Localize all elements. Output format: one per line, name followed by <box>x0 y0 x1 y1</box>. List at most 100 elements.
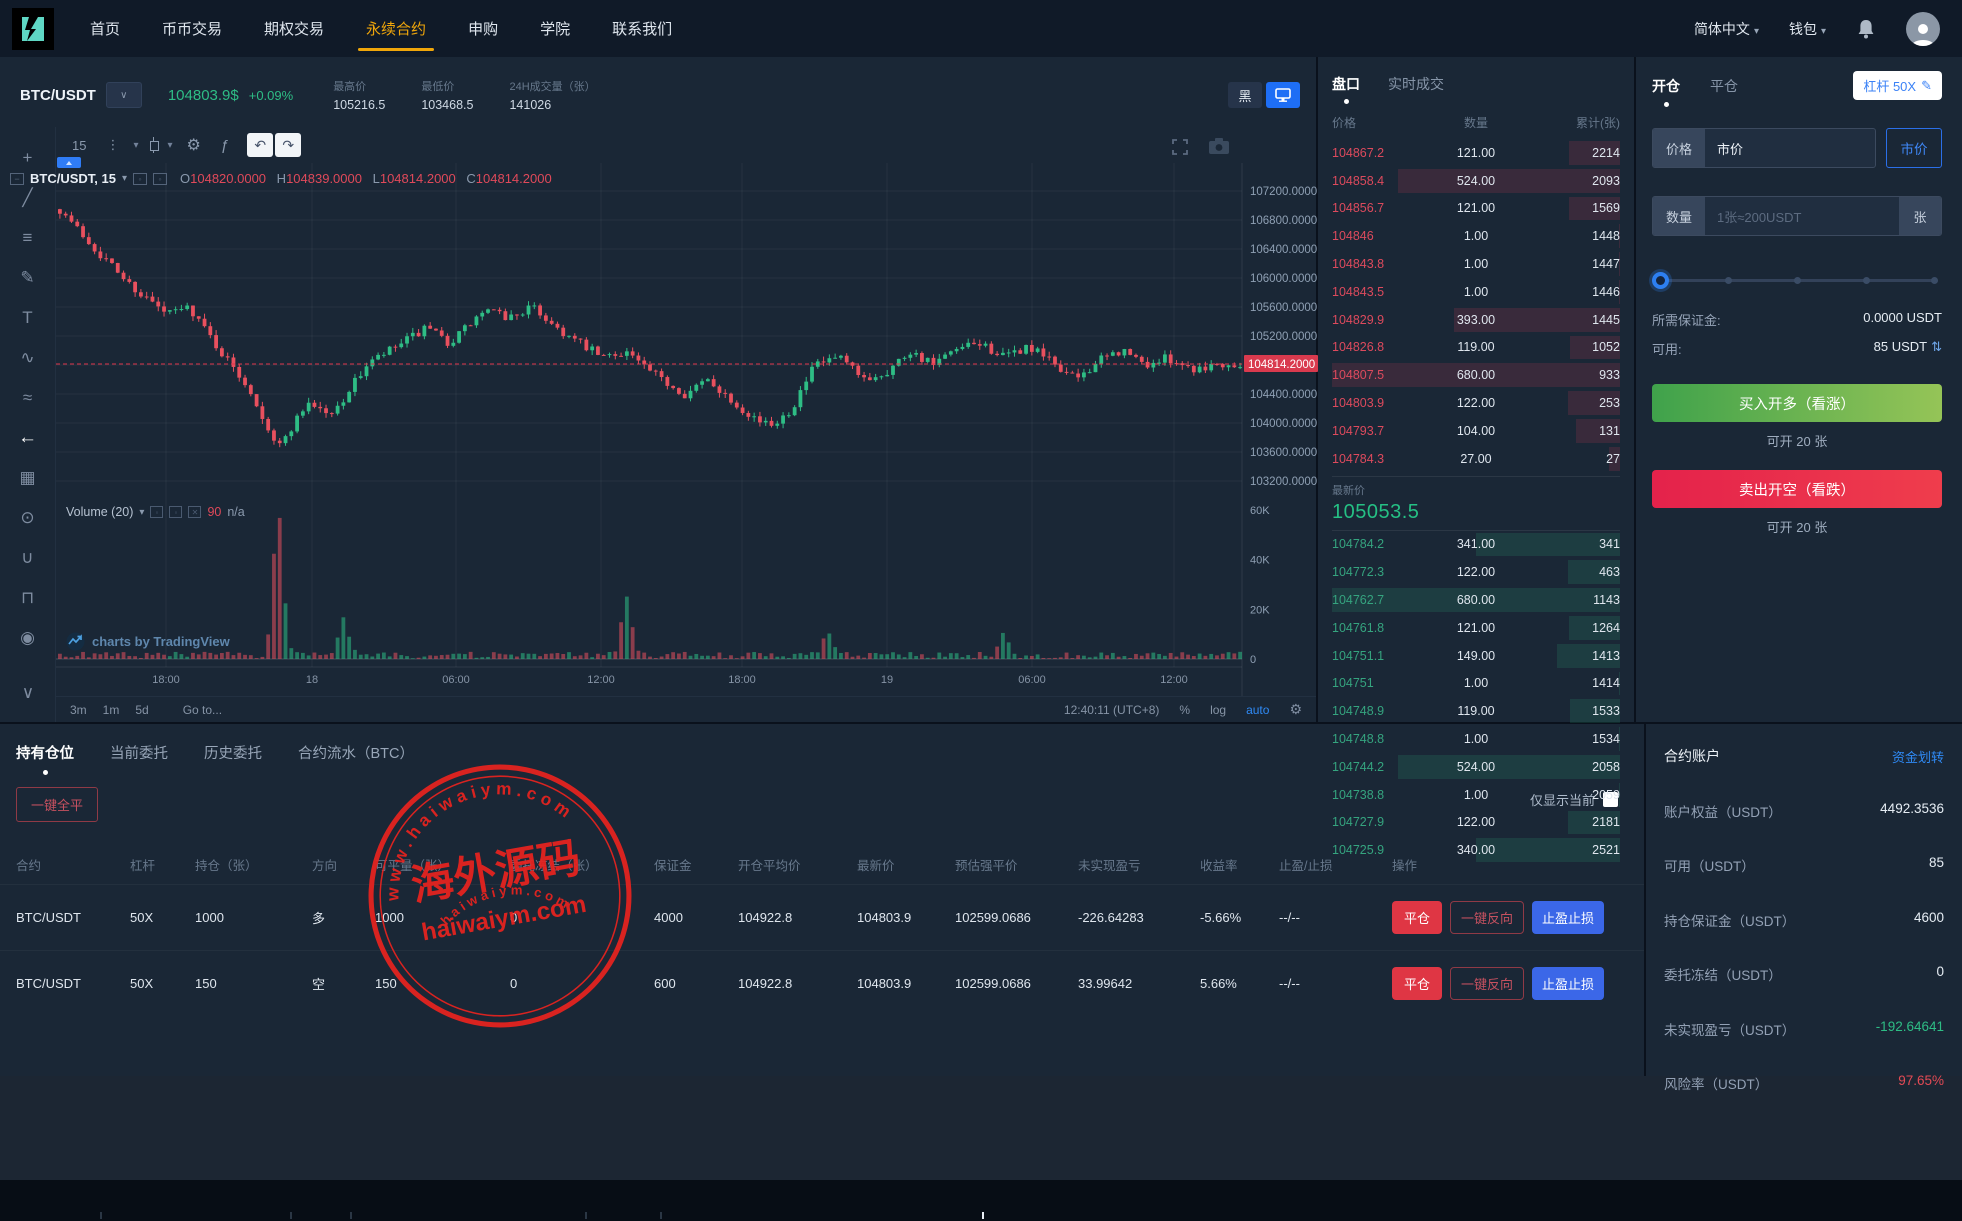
fullscreen-icon[interactable] <box>1170 137 1190 157</box>
orderbook-ask-row[interactable]: 104858.4524.002093 <box>1332 167 1620 195</box>
brush-icon[interactable]: ✎ <box>11 261 45 295</box>
tp-sl-button[interactable]: 止盈止损 <box>1532 967 1604 1000</box>
app-logo[interactable] <box>12 8 54 50</box>
range-5d[interactable]: 5d <box>135 703 148 717</box>
orderbook-ask-row[interactable]: 104807.5680.00933 <box>1332 361 1620 389</box>
reverse-position-button[interactable]: 一键反向 <box>1450 901 1524 934</box>
interval-menu-icon[interactable]: ⋮ <box>98 133 127 157</box>
toolbar-collapse-icon[interactable]: ∨ <box>11 676 45 710</box>
orderbook-ask-row[interactable]: 104843.51.001446 <box>1332 278 1620 306</box>
orderbook-bid-row[interactable]: 104762.7680.001143 <box>1332 586 1620 614</box>
display-mode-button[interactable] <box>1266 82 1300 108</box>
positions-tab-0[interactable]: 持有仓位 <box>16 742 74 763</box>
fund-transfer-link[interactable]: 资金划转 <box>1892 747 1944 766</box>
range-1m[interactable]: 1m <box>103 703 120 717</box>
log-scale-button[interactable]: log <box>1210 703 1226 717</box>
tab-close-position[interactable]: 平仓 <box>1710 76 1738 96</box>
close-position-button[interactable]: 平仓 <box>1392 967 1442 1000</box>
gann-fib-icon[interactable]: ≡ <box>11 221 45 255</box>
close-icon[interactable]: ✕ <box>188 506 201 518</box>
chevron-down-icon[interactable]: ▾ <box>131 136 140 155</box>
orderbook-ask-row[interactable]: 1048461.001448 <box>1332 222 1620 250</box>
auto-scale-button[interactable]: auto <box>1246 703 1269 717</box>
nav-item-3[interactable]: 永续合约 <box>366 0 426 57</box>
positions-tab-2[interactable]: 历史委托 <box>204 742 262 763</box>
user-avatar[interactable] <box>1906 12 1940 46</box>
slider-thumb[interactable] <box>1652 272 1669 289</box>
positions-tab-1[interactable]: 当前委托 <box>110 742 168 763</box>
orderbook-ask-row[interactable]: 104826.8119.001052 <box>1332 334 1620 362</box>
orderbook-ask-row[interactable]: 104803.9122.00253 <box>1332 389 1620 417</box>
axis-settings-gear-icon[interactable]: ⚙ <box>1289 701 1302 718</box>
transfer-swap-icon[interactable]: ⇅ <box>1931 339 1942 354</box>
orderbook-ask-row[interactable]: 104843.81.001447 <box>1332 250 1620 278</box>
goto-button[interactable]: Go to... <box>183 703 222 717</box>
buy-long-button[interactable]: 买入开多（看涨） <box>1652 384 1942 422</box>
nav-item-0[interactable]: 首页 <box>90 0 120 57</box>
chevron-down-icon[interactable]: ▾ <box>139 507 144 518</box>
trendline-icon[interactable]: ╱ <box>11 181 45 215</box>
text-icon[interactable]: T <box>11 301 45 335</box>
interval-button[interactable]: 15 <box>64 134 94 157</box>
orderbook-bid-row[interactable]: 104751.1149.001413 <box>1332 642 1620 670</box>
chevron-down-icon[interactable]: ▾ <box>122 173 127 184</box>
close-position-button[interactable]: 平仓 <box>1392 901 1442 934</box>
price-input[interactable]: 价格 市价 <box>1652 128 1876 168</box>
nav-item-2[interactable]: 期权交易 <box>264 0 324 57</box>
nav-item-4[interactable]: 申购 <box>468 0 498 57</box>
eye-icon[interactable]: ◦ <box>133 173 147 185</box>
tab-trades[interactable]: 实时成交 <box>1388 74 1444 94</box>
chevron-down-icon[interactable]: ▾ <box>166 136 175 155</box>
redo-button[interactable]: ↷ <box>275 133 301 157</box>
orderbook-ask-row[interactable]: 104867.2121.002214 <box>1332 139 1620 167</box>
gear-icon[interactable]: ◦ <box>153 173 167 185</box>
forecast-icon[interactable]: ≈ <box>11 381 45 415</box>
wallet-dropdown[interactable]: 钱包▾ <box>1789 19 1826 39</box>
collapse-pane-icon[interactable]: − <box>10 173 24 185</box>
bars-pattern-icon[interactable]: ▦ <box>11 461 45 495</box>
nav-item-5[interactable]: 学院 <box>540 0 570 57</box>
reverse-position-button[interactable]: 一键反向 <box>1450 967 1524 1000</box>
back-arrow-icon[interactable]: ← <box>11 421 45 455</box>
eye-icon[interactable]: ◦ <box>150 506 163 518</box>
undo-button[interactable]: ↶ <box>247 133 273 157</box>
orderbook-ask-row[interactable]: 104793.7104.00131 <box>1332 417 1620 445</box>
crosshair-icon[interactable]: + <box>11 141 45 175</box>
orderbook-bid-row[interactable]: 104772.3122.00463 <box>1332 558 1620 586</box>
nav-item-6[interactable]: 联系我们 <box>612 0 672 57</box>
orderbook-bid-row[interactable]: 104761.8121.001264 <box>1332 614 1620 642</box>
orderbook-bid-row[interactable]: 104784.2341.00341 <box>1332 531 1620 559</box>
theme-toggle-button[interactable]: 黑 <box>1228 82 1262 108</box>
close-all-button[interactable]: 一键全平 <box>16 787 98 822</box>
range-3m[interactable]: 3m <box>70 703 87 717</box>
clock-label[interactable]: 12:40:11 (UTC+8) <box>1064 703 1160 717</box>
notifications-bell-icon[interactable] <box>1856 18 1876 40</box>
volume-label[interactable]: Volume (20) <box>66 505 133 519</box>
indicators-icon[interactable]: ƒ <box>213 133 237 158</box>
lock-icon[interactable]: ⊓ <box>11 581 45 615</box>
candlestick-chart[interactable]: 107200.0000106800.0000106400.0000106000.… <box>56 163 1318 696</box>
orderbook-ask-row[interactable]: 104829.9393.001445 <box>1332 306 1620 334</box>
chart-area[interactable]: +╱≡✎T∿≈←▦⊙∪⊓◉∨ 15 ⋮ ▾ ▾ ⚙ ƒ ↶ ↷ − BTC/US… <box>0 127 1316 722</box>
percent-scale-button[interactable]: % <box>1179 703 1190 717</box>
language-dropdown[interactable]: 简体中文▾ <box>1694 19 1759 39</box>
gear-icon[interactable]: ◦ <box>169 506 182 518</box>
quantity-input[interactable]: 数量 1张≈200USDT 张 <box>1652 196 1942 236</box>
tradingview-credit[interactable]: charts by TradingView <box>66 632 230 651</box>
leverage-button[interactable]: 杠杆 50X✎ <box>1853 71 1942 100</box>
tp-sl-button[interactable]: 止盈止损 <box>1532 901 1604 934</box>
legend-symbol[interactable]: BTC/USDT, 15 <box>30 171 116 186</box>
positions-tab-3[interactable]: 合约流水（BTC） <box>298 742 414 763</box>
chart-style-icon[interactable] <box>149 137 158 153</box>
eye-icon[interactable]: ◉ <box>11 621 45 655</box>
chart-settings-gear-icon[interactable]: ⚙ <box>179 131 209 159</box>
orderbook-bid-row[interactable]: 1047511.001414 <box>1332 670 1620 698</box>
magnet-icon[interactable]: ∪ <box>11 541 45 575</box>
tab-open-position[interactable]: 开仓 <box>1652 76 1680 96</box>
market-price-button[interactable]: 市价 <box>1886 128 1942 168</box>
orderbook-ask-row[interactable]: 104856.7121.001569 <box>1332 195 1620 223</box>
orderbook-ask-row[interactable]: 104784.327.0027 <box>1332 445 1620 473</box>
pair-selector[interactable]: ∨ <box>106 82 142 108</box>
tab-orderbook[interactable]: 盘口 <box>1332 74 1360 94</box>
sell-short-button[interactable]: 卖出开空（看跌） <box>1652 470 1942 508</box>
